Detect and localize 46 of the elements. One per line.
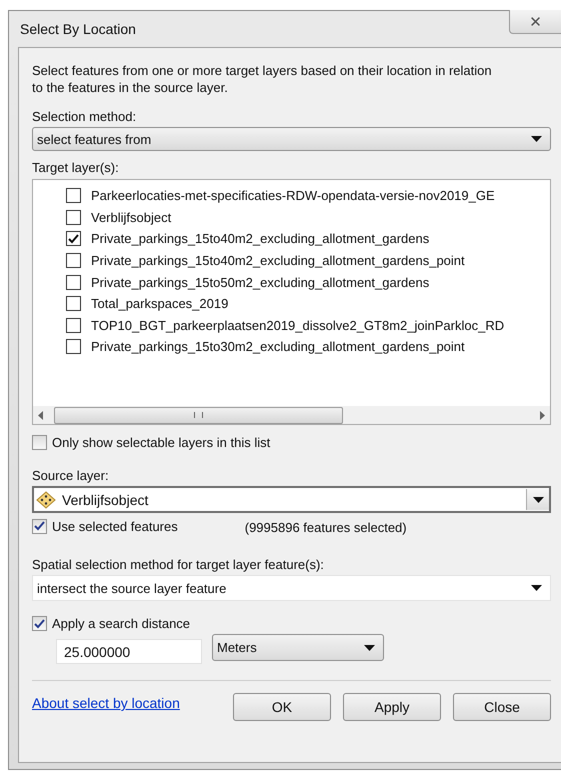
layer-checkbox[interactable] xyxy=(66,253,81,268)
checkbox[interactable] xyxy=(32,616,47,631)
only-selectable-label: Only show selectable layers in this list xyxy=(52,435,270,450)
layer-checkbox[interactable] xyxy=(66,318,81,333)
use-selected-label: Use selected features xyxy=(52,518,178,534)
layer-name[interactable]: Private_parkings_15to30m2_excluding_allotment_gardens_point xyxy=(91,339,465,354)
close-button[interactable]: ✕ xyxy=(509,10,561,34)
layer-name[interactable]: Total_parkspaces_2019 xyxy=(91,296,228,312)
source-layer-label: Source layer: xyxy=(32,467,109,485)
search-distance-label: Apply a search distance xyxy=(52,616,190,631)
dialog-button[interactable]: OK xyxy=(233,693,331,721)
layer-name[interactable]: Parkeerlocaties-met-specificaties-RDW-opendata-versie-nov2019_GE xyxy=(91,188,495,204)
selection-method-dropdown[interactable]: select features from xyxy=(32,127,551,151)
selected-count: (9995896 features selected) xyxy=(244,520,407,535)
dialog-button[interactable]: Apply xyxy=(343,693,441,721)
layer-name[interactable]: Private_parkings_15to40m2_excluding_allotment_gardens xyxy=(91,231,430,246)
layer-name[interactable]: TOP10_BGT_parkeerplaatsen2019_dissolve2_GT8m2_joinParkloc_RD xyxy=(91,318,504,333)
point-layer-icon xyxy=(36,490,56,508)
layer-checkbox[interactable] xyxy=(66,231,81,246)
horizontal-scrollbar[interactable] xyxy=(33,406,550,424)
layer-name[interactable]: Private_parkings_15to50m2_excluding_allotment_gardens xyxy=(91,274,430,290)
unit-dropdown[interactable]: Meters xyxy=(212,634,384,661)
selection-method-label: Selection method: xyxy=(32,108,136,126)
layer-checkbox[interactable] xyxy=(66,296,81,312)
dialog-button[interactable]: Close xyxy=(453,693,551,721)
caret-icon xyxy=(531,136,542,142)
distance-input[interactable]: 25.000000 xyxy=(56,639,202,664)
scroll-left-icon[interactable] xyxy=(37,410,45,420)
window-title: Select By Location xyxy=(20,21,136,37)
target-layers-label: Target layer(s): xyxy=(32,159,119,177)
help-link[interactable]: About select by location xyxy=(32,695,180,711)
layer-checkbox[interactable] xyxy=(66,188,81,204)
layer-name[interactable]: Verblijfsobject xyxy=(91,210,172,225)
spatial-method-dropdown[interactable]: intersect the source layer feature xyxy=(32,575,551,601)
scroll-right-icon[interactable] xyxy=(538,410,546,420)
source-layer-dropdown[interactable]: Verblijfsobject xyxy=(32,486,551,513)
caret-icon xyxy=(364,644,375,650)
layer-checkbox[interactable] xyxy=(66,274,81,290)
layer-name[interactable]: Private_parkings_15to40m2_excluding_allotment_gardens_point xyxy=(91,253,465,268)
layer-checkbox[interactable] xyxy=(66,339,81,354)
checkbox[interactable] xyxy=(32,435,47,450)
description-text: Select features from one or more target layers based on their location in relation to the features in the source layer. xyxy=(32,62,493,96)
caret-icon xyxy=(531,585,542,591)
spatial-method-label: Spatial selection method for target layer feature(s): xyxy=(32,556,324,574)
checkbox[interactable] xyxy=(32,518,47,534)
layer-checkbox[interactable] xyxy=(66,210,81,225)
